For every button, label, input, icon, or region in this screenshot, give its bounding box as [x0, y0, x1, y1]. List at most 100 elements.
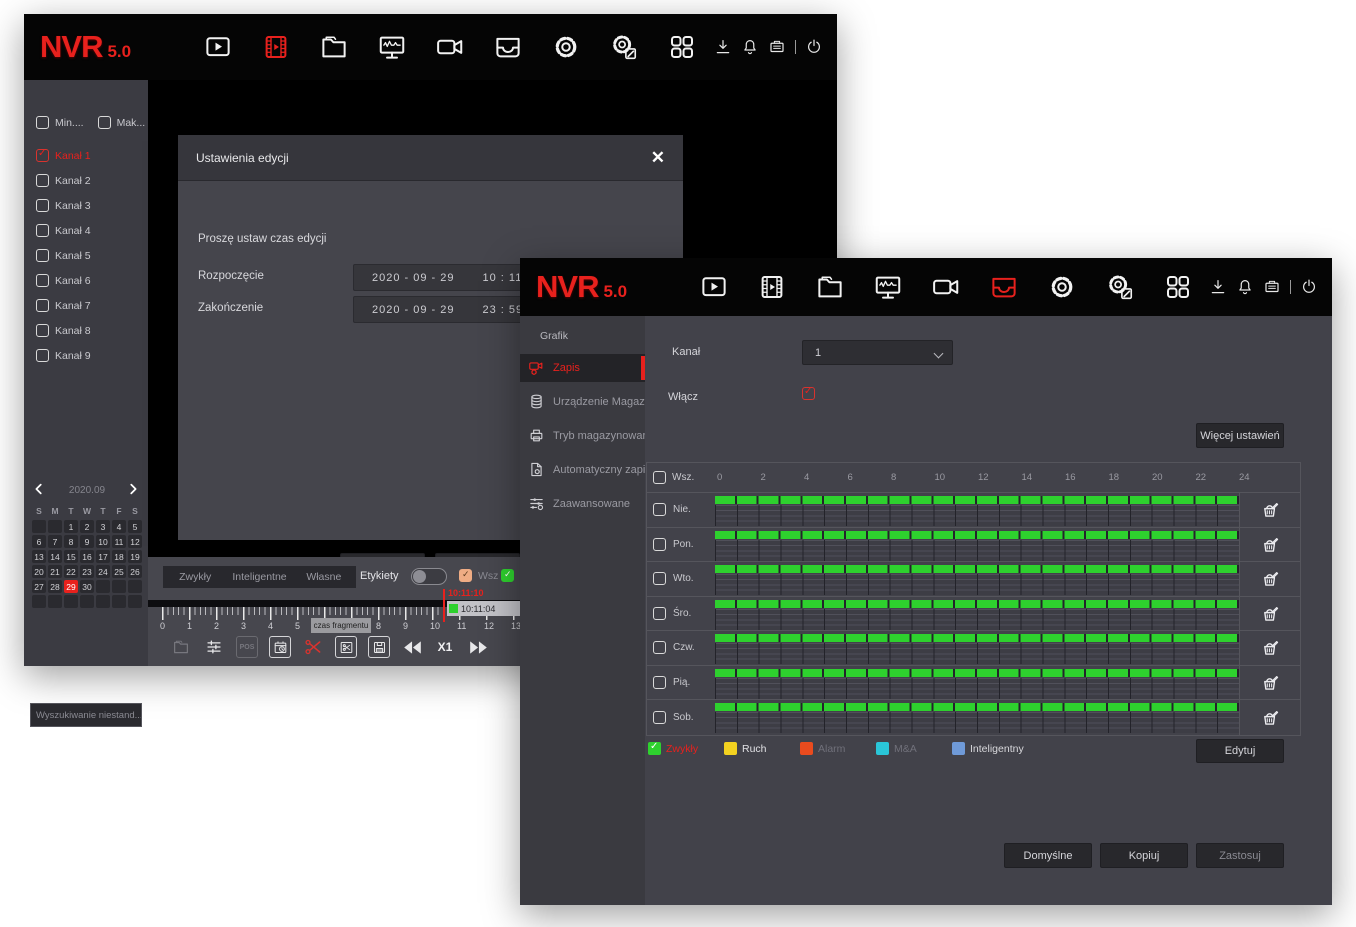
open-folder-icon[interactable] — [170, 636, 192, 658]
calendar-day[interactable]: 10 — [96, 535, 110, 548]
apply-button[interactable]: Zastosuj — [1196, 843, 1284, 868]
checkbox[interactable] — [36, 174, 49, 187]
timeline-marker[interactable] — [443, 589, 445, 622]
settings-icon[interactable] — [1046, 271, 1078, 303]
checkbox[interactable] — [36, 199, 49, 212]
wsz-checkbox[interactable]: Wsz — [459, 569, 498, 582]
tab-wlasne[interactable]: Własne — [292, 566, 356, 588]
custom-search-input[interactable]: Wyszukiwanie niestand... — [30, 703, 142, 727]
maintenance-icon[interactable] — [1104, 271, 1136, 303]
checkbox[interactable] — [36, 149, 49, 162]
edit-day-icon[interactable] — [1239, 562, 1300, 596]
channel-select[interactable]: 1 — [802, 340, 953, 365]
playlist-icon[interactable] — [203, 636, 225, 658]
fast-forward-icon[interactable] — [467, 636, 489, 658]
day-checkbox[interactable] — [653, 641, 666, 654]
calendar-day[interactable]: 9 — [80, 535, 94, 548]
checkbox[interactable] — [36, 249, 49, 262]
camera-icon[interactable] — [930, 271, 962, 303]
storage-icon[interactable] — [492, 31, 524, 63]
display-icon[interactable] — [872, 271, 904, 303]
checkbox[interactable] — [653, 471, 666, 484]
checkbox[interactable] — [459, 569, 472, 582]
calendar-day[interactable]: 29 — [64, 580, 78, 593]
sidebar-item-automatyczny-zapis[interactable]: Automatyczny zapis ... — [520, 456, 645, 484]
calendar-day[interactable]: 25 — [112, 565, 126, 578]
apps-icon[interactable] — [1162, 271, 1194, 303]
tab-zwykly[interactable]: Zwykły — [163, 566, 227, 588]
day-timeline[interactable] — [715, 666, 1239, 700]
cut-scissors-icon[interactable] — [302, 636, 324, 658]
calendar-day[interactable]: 7 — [48, 535, 62, 548]
edit-day-icon[interactable] — [1239, 666, 1300, 700]
alarm-bell-icon[interactable] — [741, 38, 759, 56]
day-timeline[interactable] — [715, 493, 1239, 527]
backup-device-icon[interactable] — [1263, 278, 1281, 296]
maintenance-icon[interactable] — [608, 31, 640, 63]
copy-button[interactable]: Kopiuj — [1100, 843, 1188, 868]
file-manager-icon[interactable] — [814, 271, 846, 303]
calendar-day[interactable]: 13 — [32, 550, 46, 563]
file-manager-icon[interactable] — [318, 31, 350, 63]
calendar-day[interactable]: 30 — [80, 580, 94, 593]
enable-checkbox[interactable] — [802, 387, 815, 400]
calendar-day[interactable]: 18 — [112, 550, 126, 563]
calendar-day[interactable]: 16 — [80, 550, 94, 563]
download-icon[interactable] — [714, 38, 732, 56]
all-days-checkbox[interactable]: Wsz. — [653, 471, 694, 484]
calendar-day[interactable]: 21 — [48, 565, 62, 578]
channel-item[interactable]: Kanał 2 — [36, 168, 148, 193]
calendar-day[interactable]: 15 — [64, 550, 78, 563]
day-checkbox[interactable] — [653, 503, 666, 516]
calendar-day[interactable]: 14 — [48, 550, 62, 563]
live-view-icon[interactable] — [698, 271, 730, 303]
edit-day-icon[interactable] — [1239, 528, 1300, 562]
day-checkbox[interactable] — [653, 538, 666, 551]
edit-button[interactable]: Edytuj — [1196, 739, 1284, 763]
calendar-day[interactable]: 3 — [96, 520, 110, 533]
labels-toggle[interactable] — [411, 568, 447, 585]
power-icon[interactable] — [1300, 278, 1318, 296]
sidebar-item-urz-dzenie-magazyn[interactable]: Urządzenie Magazyn... — [520, 388, 645, 416]
speed-indicator[interactable]: X1 — [434, 636, 456, 658]
min-checkbox[interactable]: Min.... — [36, 116, 84, 129]
day-checkbox[interactable] — [653, 607, 666, 620]
legend-swatch[interactable] — [648, 742, 661, 755]
calendar-day[interactable]: 23 — [80, 565, 94, 578]
channel-item[interactable]: Kanał 5 — [36, 243, 148, 268]
calendar-day[interactable]: 28 — [48, 580, 62, 593]
edit-day-icon[interactable] — [1239, 493, 1300, 527]
close-icon[interactable]: ✕ — [651, 149, 665, 166]
storage-icon[interactable] — [988, 271, 1020, 303]
rewind-icon[interactable] — [401, 636, 423, 658]
checkbox[interactable] — [36, 116, 49, 129]
calendar-next-icon[interactable] — [126, 482, 142, 498]
checkbox[interactable] — [36, 299, 49, 312]
backup-device-icon[interactable] — [768, 38, 786, 56]
pos-icon[interactable]: POS — [236, 636, 258, 658]
calendar-day[interactable]: 2 — [80, 520, 94, 533]
sidebar-item-zapis[interactable]: Zapis — [520, 354, 645, 382]
calendar-day[interactable]: 17 — [96, 550, 110, 563]
channel-item[interactable]: Kanał 6 — [36, 268, 148, 293]
checkbox[interactable] — [36, 324, 49, 337]
checkbox[interactable] — [36, 224, 49, 237]
camera-icon[interactable] — [434, 31, 466, 63]
playback-icon[interactable] — [260, 31, 292, 63]
calendar-day[interactable]: 11 — [112, 535, 126, 548]
checkbox[interactable] — [36, 349, 49, 362]
day-timeline[interactable] — [715, 562, 1239, 596]
day-timeline[interactable] — [715, 631, 1239, 665]
calendar-day[interactable]: 22 — [64, 565, 78, 578]
day-timeline[interactable] — [715, 597, 1239, 631]
edit-day-icon[interactable] — [1239, 631, 1300, 665]
day-checkbox[interactable] — [653, 711, 666, 724]
channel-item[interactable]: Kanał 3 — [36, 193, 148, 218]
checkbox[interactable] — [98, 116, 111, 129]
calendar-day[interactable]: 6 — [32, 535, 46, 548]
calendar-day[interactable]: 4 — [112, 520, 126, 533]
channel-item[interactable]: Kanał 8 — [36, 318, 148, 343]
calendar-day[interactable]: 19 — [128, 550, 142, 563]
checkbox[interactable] — [501, 569, 514, 582]
power-icon[interactable] — [805, 38, 823, 56]
